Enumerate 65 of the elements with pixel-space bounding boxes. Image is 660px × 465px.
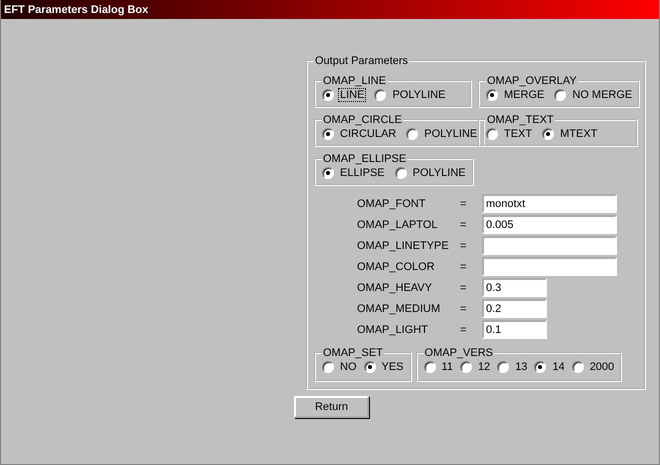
field-label: OMAP_LAPTOL bbox=[357, 218, 438, 230]
option-label: YES bbox=[380, 360, 405, 374]
field-label: OMAP_LINETYPE bbox=[357, 240, 450, 252]
option-label: 13 bbox=[514, 360, 528, 374]
radio-button[interactable] bbox=[322, 128, 334, 140]
radio-button[interactable] bbox=[486, 128, 498, 140]
field-label: OMAP_COLOR bbox=[357, 260, 436, 272]
radio-button[interactable] bbox=[460, 361, 472, 373]
option-label: LINE bbox=[338, 88, 366, 102]
return-button[interactable]: Return bbox=[294, 396, 369, 418]
radio-button[interactable] bbox=[572, 361, 584, 373]
field-label: OMAP_MEDIUM bbox=[357, 302, 442, 314]
option-label: TEXT bbox=[503, 127, 534, 141]
equals-sign: = bbox=[460, 324, 468, 336]
input-field[interactable]: 0.1 bbox=[482, 320, 547, 339]
radio-button[interactable] bbox=[486, 89, 498, 101]
radio-button[interactable] bbox=[406, 128, 418, 140]
radio-button[interactable] bbox=[424, 361, 436, 373]
group-title: OMAP_OVERLAY bbox=[486, 75, 578, 87]
option-label: 12 bbox=[476, 360, 492, 374]
window-title: EFT Parameters Dialog Box bbox=[4, 4, 148, 16]
equals-sign: = bbox=[460, 218, 468, 230]
radio-button[interactable] bbox=[322, 89, 334, 101]
group-title: OMAP_CIRCLE bbox=[322, 114, 403, 126]
input-field[interactable]: 0.2 bbox=[482, 299, 547, 318]
option-label: 14 bbox=[551, 360, 566, 374]
option-label: NO bbox=[339, 360, 358, 374]
option-label: 11 bbox=[440, 360, 454, 374]
equals-sign: = bbox=[460, 198, 468, 210]
radio-button[interactable] bbox=[542, 128, 554, 140]
field-label: OMAP_FONT bbox=[357, 198, 426, 210]
group-title: OMAP_ELLIPSE bbox=[322, 153, 408, 165]
equals-sign: = bbox=[460, 302, 468, 314]
equals-sign: = bbox=[460, 282, 468, 294]
equals-sign: = bbox=[460, 240, 468, 252]
input-field[interactable]: monotxt bbox=[482, 194, 617, 213]
option-label: MTEXT bbox=[559, 127, 598, 141]
radio-button[interactable] bbox=[554, 89, 566, 101]
group-title: Output Parameters bbox=[314, 55, 409, 67]
input-field[interactable] bbox=[482, 236, 617, 255]
option-label: 2000 bbox=[588, 360, 616, 374]
radio-button[interactable] bbox=[497, 361, 510, 373]
option-label: POLYLINE bbox=[412, 166, 467, 180]
input-field[interactable]: 0.005 bbox=[482, 215, 617, 234]
group-title: OMAP_VERS bbox=[424, 347, 494, 359]
input-field[interactable]: 0.3 bbox=[482, 278, 547, 297]
input-field[interactable] bbox=[482, 257, 617, 276]
option-label: POLYLINE bbox=[391, 88, 446, 102]
radio-button[interactable] bbox=[364, 361, 376, 373]
group-title: OMAP_LINE bbox=[322, 75, 387, 87]
field-label: OMAP_LIGHT bbox=[357, 324, 429, 336]
option-label: MERGE bbox=[503, 88, 546, 102]
radio-button[interactable] bbox=[322, 361, 334, 373]
option-label: NO MERGE bbox=[571, 88, 634, 102]
radio-button[interactable] bbox=[394, 167, 407, 179]
option-label: CIRCULAR bbox=[339, 127, 398, 141]
field-label: OMAP_HEAVY bbox=[357, 282, 433, 294]
option-label: POLYLINE bbox=[423, 127, 478, 141]
radio-button[interactable] bbox=[534, 361, 546, 373]
radio-button[interactable] bbox=[322, 167, 334, 179]
group-title: OMAP_SET bbox=[322, 347, 384, 359]
radio-button[interactable] bbox=[374, 89, 386, 101]
group-title: OMAP_TEXT bbox=[486, 114, 555, 126]
equals-sign: = bbox=[460, 260, 468, 272]
option-label: ELLIPSE bbox=[339, 166, 386, 180]
